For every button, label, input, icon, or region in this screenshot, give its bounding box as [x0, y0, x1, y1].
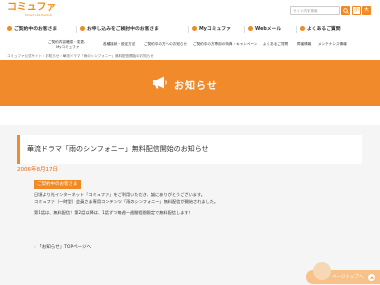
- article-title-card: 華流ドラマ「雨のシンフォニー」無料配信開始のお知らせ: [17, 135, 362, 164]
- nav-label: Webメール: [255, 27, 282, 32]
- page-banner: お知らせ: [0, 60, 380, 106]
- subnav-item-campaigns[interactable]: ご契約中の方専用の特典・キャンペーン: [193, 42, 258, 47]
- breadcrumb-current: 華流ドラマ「雨のシンフォニー」無料配信開始のお知らせ: [62, 54, 154, 58]
- search-icon: [342, 7, 349, 14]
- breadcrumb-home[interactable]: コミュファ公式サイト: [7, 54, 42, 58]
- article-title: 華流ドラマ「雨のシンフォニー」無料配信開始のお知らせ: [27, 145, 209, 153]
- audience-badge: ご契約中のお客さま: [34, 180, 81, 189]
- nav-item-current-customers[interactable]: ご契約中のお客さま: [7, 24, 57, 35]
- subnav-label: メンテナンス情報: [318, 42, 347, 46]
- breadcrumb-notices[interactable]: お知らせ: [45, 54, 59, 58]
- site-header: コミュファ Smart Life Partner サイト内を検索 小 大: [0, 0, 380, 22]
- breadcrumb: コミュファ公式サイト›お知らせ›華流ドラマ「雨のシンフォニー」無料配信開始のお知…: [7, 54, 154, 59]
- nav-divider: [76, 26, 77, 33]
- mail-icon: [248, 26, 253, 31]
- font-size-small-button[interactable]: 小: [352, 6, 361, 15]
- chevron-right-icon: ›: [34, 245, 36, 250]
- site-logo[interactable]: コミュファ Smart Life Partner: [7, 2, 56, 18]
- question-icon: [300, 26, 305, 31]
- megaphone-icon: [153, 76, 167, 89]
- logo-text: コミュファ: [7, 2, 56, 13]
- font-size-large-button[interactable]: 大: [362, 6, 371, 15]
- search-button[interactable]: [341, 6, 350, 15]
- subnav-item-faq[interactable]: よくあるご質問: [263, 42, 288, 47]
- page-top-label: ページトップへ: [332, 275, 364, 280]
- nav-divider: [188, 26, 189, 33]
- nav-label: Myコミュファ: [199, 27, 231, 32]
- nav-item-my-commufa[interactable]: Myコミュファ: [192, 24, 231, 35]
- article-paragraph: 第1話は、無料配信！第2話以降は、1話ずつ毎週一週間程間限定で無料配信します！: [34, 210, 193, 215]
- article-paragraph: 日頃より光インターネット「コミュファ」をご利用いただき、誠にありがとうございます…: [34, 192, 205, 197]
- nav-divider: [296, 26, 297, 33]
- subnav-label: ご契約中の方専用の特典・キャンペーン: [193, 42, 258, 46]
- subnav-item-outage[interactable]: 障害情報: [297, 42, 311, 47]
- subnav-label: よくあるご質問: [263, 42, 289, 46]
- nav-item-prospective-customers[interactable]: お申し込みをご検討中のお客さま: [80, 24, 159, 35]
- search-input[interactable]: サイト内を検索: [290, 6, 340, 15]
- article-body: 日頃より光インターネット「コミュファ」をご利用いただき、誠にありがとうございます…: [34, 191, 354, 216]
- subnav-item-maintenance[interactable]: メンテナンス情報: [318, 42, 347, 47]
- article-paragraph: コミュファ（一時型）会員さま専用コンテンツ「雨のシンフォニー」無料配信が開始され…: [34, 199, 219, 204]
- sub-nav: ご契約内容確認・変更、 Myコミュファ 各種接続・設定方法 ご契約中の方へのお知…: [0, 38, 380, 52]
- subnav-label: ご契約中の方へのお知らせ: [144, 42, 188, 46]
- page-top-mascot-icon: [313, 262, 331, 280]
- arrow-up-icon: [368, 274, 375, 281]
- nav-label: ご契約中のお客さま: [14, 27, 58, 32]
- logo-subtext: Smart Life Partner: [25, 13, 53, 17]
- article-date: 2006年8月17日: [17, 167, 58, 173]
- subnav-label: 障害情報: [297, 42, 312, 46]
- article-content: 華流ドラマ「雨のシンフォニー」無料配信開始のお知らせ 2006年8月17日 ご契…: [0, 125, 380, 285]
- subnav-label-line2: Myコミュファ: [56, 44, 80, 49]
- nav-item-faq[interactable]: よくあるご質問: [300, 24, 341, 35]
- user-circle-icon: [192, 26, 197, 31]
- page-title: お知らせ: [174, 81, 218, 92]
- main-nav: ご契約中のお客さま お申し込みをご検討中のお客さま Myコミュファ Webメール…: [0, 24, 380, 35]
- nav-label: お申し込みをご検討中のお客さま: [87, 27, 159, 32]
- subnav-label: ご契約内容確認・変更、: [48, 40, 88, 44]
- person-icon: [80, 26, 85, 31]
- person-icon: [7, 26, 12, 31]
- breadcrumb-separator-icon: ›: [60, 54, 62, 58]
- subnav-item-notices[interactable]: ご契約中の方へのお知らせ: [144, 42, 187, 47]
- subnav-label: 各種接続・設定方法: [103, 42, 136, 46]
- title-accent-bar: [17, 135, 20, 164]
- back-link-label: 「お知らせ」TOPページへ: [37, 245, 92, 250]
- subnav-item-contract[interactable]: ご契約内容確認・変更、 Myコミュファ: [48, 40, 88, 49]
- back-to-notices-link[interactable]: › 「お知らせ」TOPページへ: [34, 244, 91, 250]
- subnav-item-settings[interactable]: 各種接続・設定方法: [103, 42, 135, 47]
- nav-item-webmail[interactable]: Webメール: [248, 24, 281, 35]
- nav-label: よくあるご質問: [307, 27, 341, 32]
- nav-divider: [244, 26, 245, 33]
